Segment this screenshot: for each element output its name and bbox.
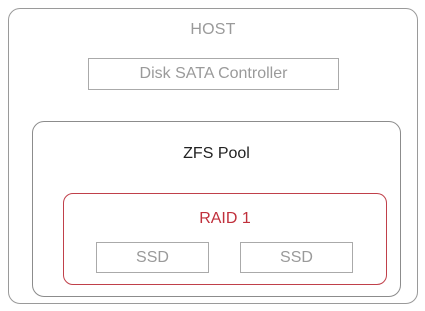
- disk-sata-controller-label: Disk SATA Controller: [139, 65, 288, 82]
- host-title: HOST: [190, 21, 236, 38]
- zfs-pool-container: ZFS Pool RAID 1 SSD SSD: [32, 121, 401, 297]
- ssd-disk-1-label: SSD: [136, 248, 169, 266]
- disk-sata-controller-box: Disk SATA Controller: [88, 58, 339, 90]
- ssd-disk-2: SSD: [240, 242, 353, 273]
- ssd-disk-2-label: SSD: [280, 248, 313, 266]
- raid-1-container: RAID 1 SSD SSD: [63, 193, 387, 285]
- raid-1-title: RAID 1: [199, 210, 251, 227]
- zfs-pool-title: ZFS Pool: [183, 145, 250, 162]
- ssd-disk-1: SSD: [96, 242, 209, 273]
- host-container: HOST Disk SATA Controller ZFS Pool RAID …: [8, 8, 418, 304]
